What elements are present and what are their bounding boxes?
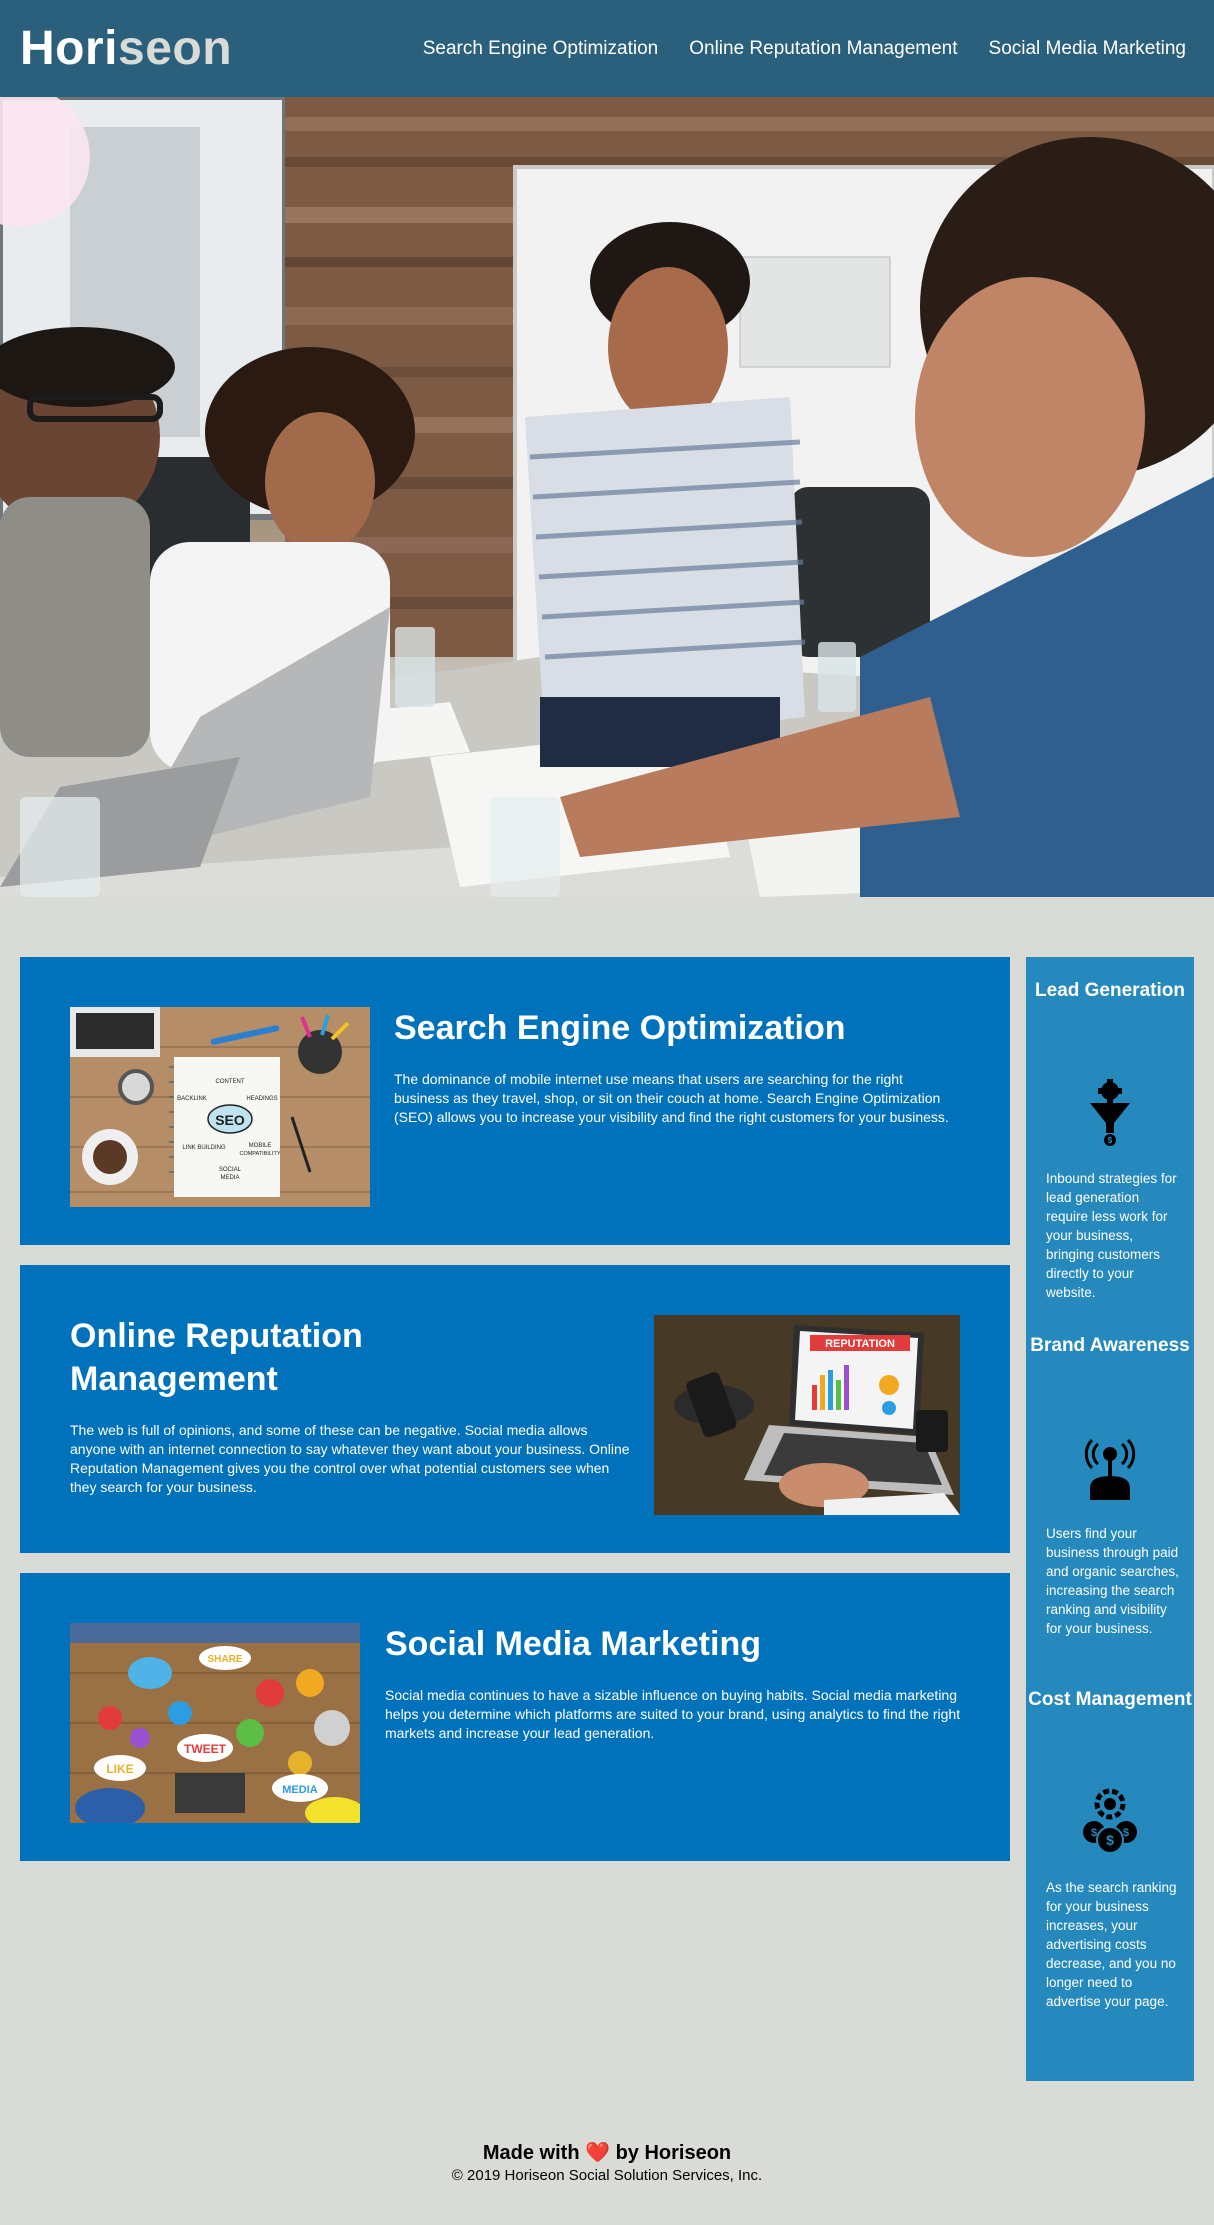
site-header: Horiseon Search Engine Optimization Onli… (0, 0, 1214, 97)
seo-image-link-building-label: LINK BUILDING (182, 1145, 226, 1151)
seo-image-media-label: MEDIA (220, 1175, 239, 1181)
benefit-cost-management-title: Cost Management (1028, 1689, 1192, 1710)
footer-made-prefix: Made with (482, 2142, 580, 2164)
seo-title: Search Engine Optimization (394, 1009, 846, 1047)
social-media-description: Social media continues to have a sizable… (385, 1687, 961, 1741)
svg-text:$: $ (1108, 1136, 1113, 1145)
seo-image-social-label: SOCIAL (219, 1167, 242, 1173)
seo-image-headings-label: HEADINGS (246, 1096, 277, 1102)
benefit-cost-management-description: As the search ranking for your business … (1046, 1880, 1177, 2009)
seo-image-label: SEO (215, 1112, 245, 1128)
brand-broadcast-icon (1076, 1434, 1144, 1502)
svg-text:$: $ (1106, 1832, 1114, 1848)
seo-image-mobile-label: MOBILE (249, 1143, 272, 1149)
logo-main: Hori (20, 22, 118, 75)
benefit-lead-generation-description: Inbound strategies for lead generation r… (1046, 1171, 1177, 1300)
benefits-sidebar: Lead Generation $ Inbound strategies for… (1026, 957, 1194, 2081)
seo-section: SEO CONTENT BACKLINK HEADINGS LINK BUILD… (20, 957, 1010, 1245)
nav-link-social-media[interactable]: Social Media Marketing (989, 38, 1186, 60)
logo[interactable]: Horiseon (20, 21, 232, 76)
hero-image (0, 97, 1214, 897)
logo-accent: seon (118, 22, 233, 75)
benefit-lead-generation-title: Lead Generation (1035, 980, 1185, 1001)
reputation-banner-text: REPUTATION (825, 1338, 895, 1350)
lead-funnel-icon: $ (1076, 1079, 1144, 1147)
benefit-brand-awareness-description: Users find your business through paid an… (1046, 1526, 1179, 1636)
benefit-cost-management: Cost Management $ $ $ As the search rank… (1026, 1688, 1194, 2028)
reputation-title: Online Reputation Management (70, 1317, 363, 1398)
benefit-brand-awareness: Brand Awareness Users find your business… (1026, 1334, 1194, 1674)
seo-image-content-label: CONTENT (216, 1079, 245, 1085)
media-bubble-text: MEDIA (282, 1784, 318, 1796)
nav-link-seo[interactable]: Search Engine Optimization (423, 38, 659, 60)
hero-office-meeting-illustration (0, 97, 1214, 897)
reputation-laptop-image: REPUTATION (654, 1315, 960, 1515)
main-nav: Search Engine Optimization Online Reputa… (392, 38, 1186, 60)
seo-image-compatibility-label: COMPATIBILITY (239, 1151, 280, 1157)
svg-text:$: $ (1091, 1827, 1097, 1839)
share-bubble-text: SHARE (207, 1654, 242, 1665)
reputation-description: The web is full of opinions, and some of… (70, 1422, 630, 1495)
cost-coins-gear-icon: $ $ $ (1076, 1788, 1144, 1856)
seo-image: SEO CONTENT BACKLINK HEADINGS LINK BUILD… (70, 1007, 370, 1207)
social-media-icons-image: SHARE TWEET LIKE MEDIA (70, 1623, 360, 1823)
social-media-title: Social Media Marketing (385, 1625, 761, 1663)
site-footer: Made with ❤️ by Horiseon © 2019 Horiseon… (0, 2140, 1214, 2186)
footer-made-suffix: by Horiseon (615, 2142, 732, 2164)
nav-link-reputation[interactable]: Online Reputation Management (689, 38, 957, 60)
svg-text:$: $ (1123, 1827, 1129, 1839)
seo-notebook-image: SEO CONTENT BACKLINK HEADINGS LINK BUILD… (70, 1007, 370, 1207)
seo-description: The dominance of mobile internet use mea… (394, 1071, 949, 1125)
footer-made-with: Made with ❤️ by Horiseon (0, 2140, 1214, 2166)
social-media-image: SHARE TWEET LIKE MEDIA (70, 1623, 360, 1823)
tweet-bubble-text: TWEET (184, 1742, 227, 1756)
footer-copyright: © 2019 Horiseon Social Solution Services… (451, 2167, 763, 2184)
benefit-brand-awareness-title: Brand Awareness (1030, 1335, 1190, 1356)
social-media-section: SHARE TWEET LIKE MEDIA Social Media Mark… (20, 1573, 1010, 1861)
seo-image-backlink-label: BACKLINK (177, 1096, 207, 1102)
like-bubble-text: LIKE (106, 1762, 133, 1776)
reputation-image: REPUTATION (654, 1315, 960, 1515)
reputation-section: Online Reputation Management The web is … (20, 1265, 1010, 1553)
benefit-lead-generation: Lead Generation $ Inbound strategies for… (1026, 979, 1194, 1319)
heart-icon: ❤️ (585, 2142, 610, 2164)
